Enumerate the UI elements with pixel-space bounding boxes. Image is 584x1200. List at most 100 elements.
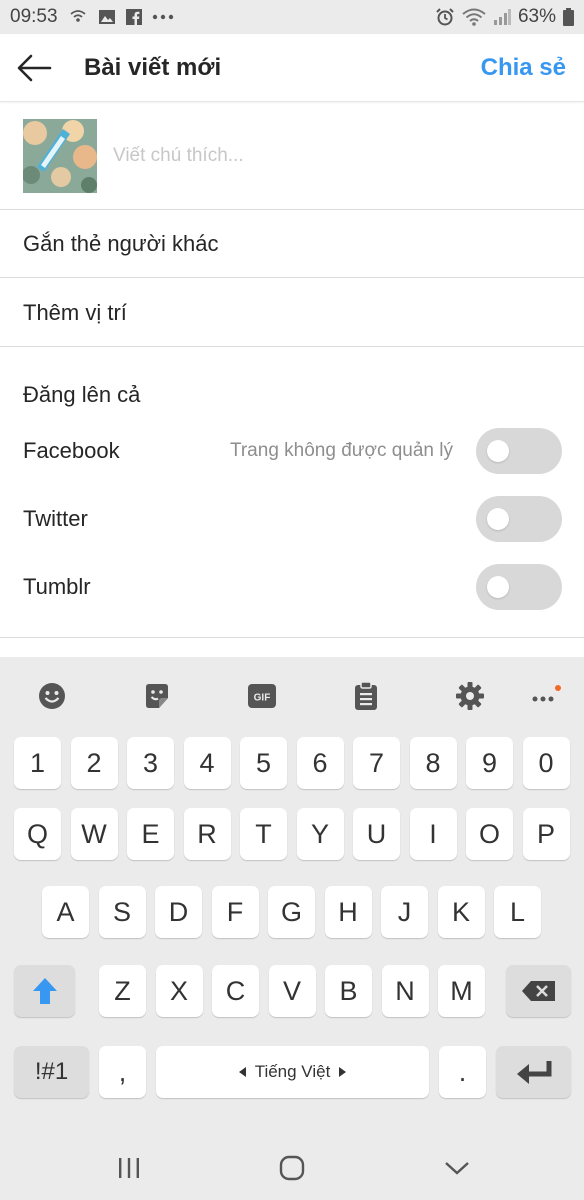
wifi-icon <box>462 8 486 26</box>
share-item-twitter: Twitter <box>0 485 584 553</box>
facebook-icon <box>125 9 142 25</box>
gif-icon-label: GIF <box>254 693 271 704</box>
key-u[interactable]: U <box>353 808 400 860</box>
caption-input[interactable] <box>113 144 533 167</box>
backspace-key[interactable] <box>506 965 571 1017</box>
comma-key[interactable]: , <box>99 1046 146 1098</box>
shift-key[interactable] <box>14 965 75 1017</box>
key-o[interactable]: O <box>466 808 513 860</box>
shift-icon <box>32 978 57 1004</box>
key-e[interactable]: E <box>127 808 174 860</box>
signal-icon <box>493 9 511 25</box>
key-l[interactable]: L <box>494 886 541 938</box>
share-section-title: Đăng lên cả <box>23 382 141 407</box>
home-icon[interactable] <box>272 1154 312 1182</box>
key-1[interactable]: 1 <box>14 737 61 789</box>
page-title: Bài viết mới <box>84 53 222 81</box>
key-5[interactable]: 5 <box>240 737 287 789</box>
toggle-knob <box>487 440 509 462</box>
share-item-note: Trang không được quản lý <box>229 440 453 461</box>
key-j[interactable]: J <box>381 886 428 938</box>
tag-people-row[interactable]: Gắn thẻ người khác <box>0 210 584 278</box>
back-chevron-icon[interactable] <box>437 1154 477 1182</box>
share-item-label: Tumblr <box>23 574 91 599</box>
gallery-icon <box>98 9 116 25</box>
backspace-icon <box>521 981 555 1001</box>
key-2[interactable]: 2 <box>70 737 118 789</box>
navigation-bar <box>0 1132 584 1200</box>
key-p[interactable]: P <box>522 808 570 860</box>
post-thumbnail[interactable] <box>23 118 97 193</box>
key-k[interactable]: K <box>437 886 485 938</box>
key-m[interactable]: M <box>438 965 485 1017</box>
back-button[interactable] <box>0 34 68 102</box>
space-key[interactable]: Tiếng Việt <box>156 1046 429 1098</box>
symbols-key[interactable]: !#1 <box>14 1046 89 1098</box>
key-7[interactable]: 7 <box>353 737 400 789</box>
tumblr-toggle[interactable] <box>476 564 562 610</box>
settings-icon[interactable] <box>453 679 487 713</box>
status-time: 09:53 <box>10 6 58 27</box>
recent-apps-icon[interactable] <box>109 1154 149 1182</box>
key-n[interactable]: N <box>381 965 429 1017</box>
caption-row <box>0 102 584 210</box>
key-g[interactable]: G <box>268 886 315 938</box>
alarm-icon <box>435 7 455 27</box>
key-c[interactable]: C <box>212 965 259 1017</box>
key-4[interactable]: 4 <box>183 737 231 789</box>
period-key[interactable]: . <box>439 1046 486 1098</box>
status-bar: 09:53 63% <box>0 0 584 34</box>
key-t[interactable]: T <box>240 808 287 860</box>
tag-people-label: Gắn thẻ người khác <box>23 230 219 256</box>
toggle-knob <box>487 508 509 530</box>
key-w[interactable]: W <box>70 808 118 860</box>
add-location-row[interactable]: Thêm vị trí <box>0 279 584 347</box>
wifi-calling-icon <box>68 9 88 25</box>
key-6[interactable]: 6 <box>296 737 344 789</box>
keyboard-toolbar: GIF <box>0 657 584 735</box>
space-key-content: Tiếng Việt <box>238 1062 347 1082</box>
key-a[interactable]: A <box>42 886 89 938</box>
key-x[interactable]: X <box>155 965 203 1017</box>
emoji-icon[interactable] <box>35 679 69 713</box>
space-key-label: Tiếng Việt <box>254 1062 331 1081</box>
key-3[interactable]: 3 <box>127 737 174 789</box>
caret-right-icon <box>339 1067 347 1077</box>
key-y[interactable]: Y <box>296 808 344 860</box>
divider <box>0 637 584 638</box>
key-z[interactable]: Z <box>99 965 146 1017</box>
share-item-label: Facebook <box>23 438 120 463</box>
gif-icon[interactable]: GIF <box>245 679 279 713</box>
key-s[interactable]: S <box>98 886 146 938</box>
battery-icon <box>563 8 574 26</box>
toggle-knob <box>487 576 509 598</box>
key-0[interactable]: 0 <box>522 737 570 789</box>
share-item-facebook: Facebook Trang không được quản lý <box>0 417 584 485</box>
key-r[interactable]: R <box>183 808 231 860</box>
sticker-icon[interactable] <box>140 679 174 713</box>
key-h[interactable]: H <box>324 886 372 938</box>
more-notifications-icon <box>152 14 174 20</box>
share-item-tumblr: Tumblr <box>0 553 584 621</box>
facebook-toggle[interactable] <box>476 428 562 474</box>
key-i[interactable]: I <box>409 808 457 860</box>
more-icon[interactable] <box>529 679 563 713</box>
back-arrow-icon <box>17 54 52 81</box>
key-8[interactable]: 8 <box>409 737 457 789</box>
enter-icon <box>516 1061 551 1084</box>
key-b[interactable]: B <box>325 965 372 1017</box>
key-q[interactable]: Q <box>14 808 61 860</box>
twitter-toggle[interactable] <box>476 496 562 542</box>
enter-key[interactable] <box>496 1046 571 1098</box>
key-v[interactable]: V <box>268 965 316 1017</box>
battery-percent: 63% <box>517 6 556 27</box>
share-button[interactable]: Chia sẻ <box>481 54 566 82</box>
header: Bài viết mới Chia sẻ <box>0 34 584 102</box>
key-d[interactable]: D <box>155 886 202 938</box>
key-9[interactable]: 9 <box>466 737 513 789</box>
caret-left-icon <box>238 1067 246 1077</box>
clipboard-icon[interactable] <box>349 679 383 713</box>
keyboard: GIF 1234567890 QWERTYUIOP ASDFGHJKL ZXCVBNM… <box>0 657 584 1132</box>
add-location-label: Thêm vị trí <box>23 299 127 325</box>
key-f[interactable]: F <box>211 886 259 938</box>
